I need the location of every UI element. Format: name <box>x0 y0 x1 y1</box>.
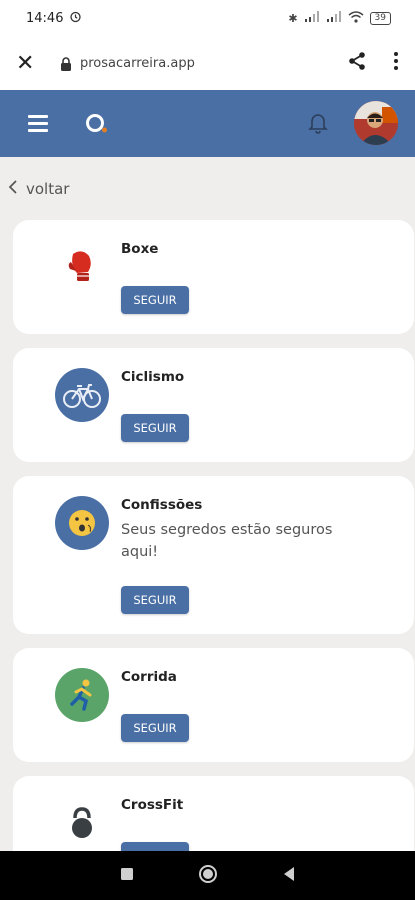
share-icon[interactable] <box>347 51 367 75</box>
topic-title: Corrida <box>121 669 177 685</box>
bluetooth-icon: ✱ <box>288 11 298 25</box>
chevron-left-icon <box>8 180 18 198</box>
system-nav-bar <box>0 851 415 900</box>
follow-button[interactable]: SEGUIR <box>121 714 189 742</box>
follow-button[interactable]: SEGUIR <box>121 414 189 442</box>
more-options-icon[interactable] <box>393 51 399 75</box>
app-logo[interactable] <box>85 112 107 134</box>
close-icon[interactable]: ✕ <box>16 51 46 76</box>
avatar[interactable] <box>354 101 398 145</box>
recent-apps-icon[interactable] <box>120 866 134 885</box>
back-label: voltar <box>26 180 70 198</box>
signal-icon-2 <box>326 11 342 25</box>
url-text[interactable]: prosacarreira.app <box>80 56 347 71</box>
home-icon[interactable] <box>198 864 218 888</box>
lock-icon <box>60 56 72 71</box>
topic-title: Ciclismo <box>121 369 185 385</box>
topic-description: Seus segredos estão seguros aqui! <box>121 522 333 560</box>
alarm-icon <box>69 10 82 27</box>
battery-indicator: 39 <box>369 11 391 25</box>
signal-icon <box>304 11 320 25</box>
wifi-icon <box>348 10 364 26</box>
topic-title: Boxe <box>121 241 159 257</box>
bicycle-icon <box>55 368 109 422</box>
runner-icon <box>55 668 109 722</box>
back-link[interactable]: voltar <box>8 180 69 198</box>
topic-card: Confissões Seus segredos estão seguros a… <box>13 476 414 634</box>
follow-button[interactable]: SEGUIR <box>121 586 189 614</box>
boxing-glove-icon <box>55 240 109 294</box>
status-time: 14:46 <box>26 10 64 26</box>
topic-title: Confissões <box>121 497 203 513</box>
app-header <box>0 90 415 157</box>
kettlebell-icon <box>55 796 109 850</box>
topic-card: Boxe SEGUIR <box>13 220 414 334</box>
bell-icon[interactable] <box>308 112 330 134</box>
back-icon[interactable] <box>282 866 296 886</box>
topic-card: Corrida SEGUIR <box>13 648 414 762</box>
browser-url-bar: ✕ prosacarreira.app <box>0 36 415 90</box>
status-bar: 14:46 ✱ 39 <box>0 0 415 36</box>
follow-button[interactable]: SEGUIR <box>121 286 189 314</box>
menu-icon[interactable] <box>28 115 48 132</box>
topic-card: Ciclismo SEGUIR <box>13 348 414 462</box>
whisper-face-icon <box>55 496 109 550</box>
topic-title: CrossFit <box>121 797 184 813</box>
